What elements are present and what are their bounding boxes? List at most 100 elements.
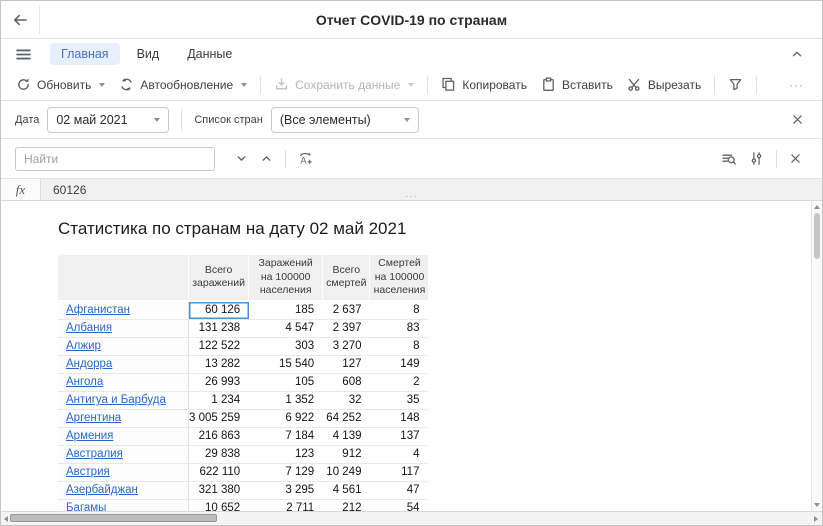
value-cell[interactable]: 26 993: [189, 374, 249, 392]
value-cell[interactable]: 912: [323, 446, 370, 464]
collapse-ribbon-button[interactable]: [790, 47, 804, 61]
value-cell[interactable]: 7 184: [249, 428, 323, 446]
country-cell: Армения: [58, 428, 189, 446]
value-cell[interactable]: 1 234: [189, 392, 249, 410]
value-cell[interactable]: 148: [370, 410, 428, 428]
search-input[interactable]: [15, 147, 215, 171]
country-link[interactable]: Андорра: [66, 358, 112, 370]
country-link[interactable]: Афганистан: [66, 304, 130, 316]
country-link[interactable]: Албания: [66, 322, 112, 334]
horizontal-scrollbar[interactable]: [1, 511, 822, 525]
value-cell[interactable]: 117: [370, 464, 428, 482]
table-body: Афганистан60 1261852 6378Албания131 2384…: [58, 302, 428, 511]
scroll-down-arrow-icon[interactable]: [814, 503, 820, 507]
country-cell: Афганистан: [58, 302, 189, 320]
value-cell[interactable]: 131 238: [189, 320, 249, 338]
value-cell[interactable]: 29 838: [189, 446, 249, 464]
refresh-button[interactable]: Обновить: [9, 73, 112, 96]
value-cell[interactable]: 47: [370, 482, 428, 500]
cut-button[interactable]: Вырезать: [620, 73, 708, 96]
value-cell[interactable]: 4 561: [323, 482, 370, 500]
country-link[interactable]: Азербайджан: [66, 484, 138, 496]
autorefresh-button[interactable]: Автообновление: [112, 73, 254, 96]
value-cell[interactable]: 321 380: [189, 482, 249, 500]
value-cell[interactable]: 8: [370, 338, 428, 356]
scroll-left-arrow-icon[interactable]: [4, 516, 8, 522]
value-cell[interactable]: 6 922: [249, 410, 323, 428]
value-cell[interactable]: 4: [370, 446, 428, 464]
vertical-scrollbar-thumb[interactable]: [814, 213, 820, 259]
value-cell[interactable]: 137: [370, 428, 428, 446]
value-cell[interactable]: 149: [370, 356, 428, 374]
country-cell: Азербайджан: [58, 482, 189, 500]
value-cell[interactable]: 10 652: [189, 500, 249, 511]
value-cell[interactable]: 3 270: [323, 338, 370, 356]
value-cell[interactable]: 127: [323, 356, 370, 374]
close-parameters-button[interactable]: [787, 109, 808, 130]
value-cell[interactable]: 13 282: [189, 356, 249, 374]
value-cell[interactable]: 185: [249, 302, 323, 320]
search-prev-button[interactable]: [254, 148, 279, 169]
value-cell[interactable]: 2 637: [323, 302, 370, 320]
value-cell[interactable]: 3 295: [249, 482, 323, 500]
menu-button[interactable]: [15, 46, 32, 63]
country-link[interactable]: Аргентина: [66, 412, 121, 424]
value-cell[interactable]: 303: [249, 338, 323, 356]
close-search-button[interactable]: [783, 148, 808, 169]
value-cell[interactable]: 64 252: [323, 410, 370, 428]
value-cell[interactable]: 60 126: [189, 302, 249, 320]
save-data-button[interactable]: Сохранить данные: [267, 73, 421, 96]
value-cell[interactable]: 10 249: [323, 464, 370, 482]
divider: [427, 76, 428, 94]
tab-data[interactable]: Данные: [176, 43, 243, 65]
filter-button[interactable]: [721, 73, 750, 96]
date-dropdown[interactable]: 02 май 2021: [47, 107, 169, 133]
value-cell[interactable]: 608: [323, 374, 370, 392]
value-cell[interactable]: 2 397: [323, 320, 370, 338]
search-settings-button[interactable]: [743, 147, 770, 170]
value-cell[interactable]: 123: [249, 446, 323, 464]
countries-dropdown[interactable]: (Все элементы): [271, 107, 419, 133]
value-cell[interactable]: 216 863: [189, 428, 249, 446]
search-options-button[interactable]: [715, 147, 743, 171]
value-cell[interactable]: 4 139: [323, 428, 370, 446]
value-cell[interactable]: 105: [249, 374, 323, 392]
country-link[interactable]: Антигуа и Барбуда: [66, 394, 166, 406]
country-link[interactable]: Багамы: [66, 502, 106, 511]
scroll-up-arrow-icon[interactable]: [814, 205, 820, 209]
formula-value[interactable]: 60126: [41, 179, 86, 200]
toolbar-overflow-button[interactable]: ···: [789, 78, 804, 92]
value-cell[interactable]: 122 522: [189, 338, 249, 356]
value-cell[interactable]: 3 005 259: [189, 410, 249, 428]
value-cell[interactable]: 15 540: [249, 356, 323, 374]
column-header-deaths-per-100k: Смертей на 100000 населения: [370, 255, 428, 302]
vertical-scrollbar[interactable]: [811, 201, 822, 511]
tab-home[interactable]: Главная: [50, 43, 120, 65]
value-cell[interactable]: 7 129: [249, 464, 323, 482]
tab-view[interactable]: Вид: [126, 43, 171, 65]
value-cell[interactable]: 35: [370, 392, 428, 410]
paste-button[interactable]: Вставить: [534, 73, 620, 96]
horizontal-scrollbar-thumb[interactable]: [10, 514, 217, 522]
value-cell[interactable]: 622 110: [189, 464, 249, 482]
back-button[interactable]: [1, 1, 39, 38]
replace-button[interactable]: A: [292, 147, 319, 170]
value-cell[interactable]: 212: [323, 500, 370, 511]
copy-button[interactable]: Копировать: [434, 73, 534, 96]
value-cell[interactable]: 8: [370, 302, 428, 320]
value-cell[interactable]: 2 711: [249, 500, 323, 511]
value-cell[interactable]: 83: [370, 320, 428, 338]
country-link[interactable]: Австрия: [66, 466, 110, 478]
country-link[interactable]: Австралия: [66, 448, 123, 460]
search-next-button[interactable]: [229, 148, 254, 169]
value-cell[interactable]: 1 352: [249, 392, 323, 410]
value-cell[interactable]: 2: [370, 374, 428, 392]
country-link[interactable]: Алжир: [66, 340, 101, 352]
country-link[interactable]: Армения: [66, 430, 113, 442]
value-cell[interactable]: 4 547: [249, 320, 323, 338]
value-cell[interactable]: 32: [323, 392, 370, 410]
value-cell[interactable]: 54: [370, 500, 428, 511]
country-link[interactable]: Ангола: [66, 376, 103, 388]
close-icon: [789, 152, 802, 165]
scroll-right-arrow-icon[interactable]: [814, 516, 818, 522]
